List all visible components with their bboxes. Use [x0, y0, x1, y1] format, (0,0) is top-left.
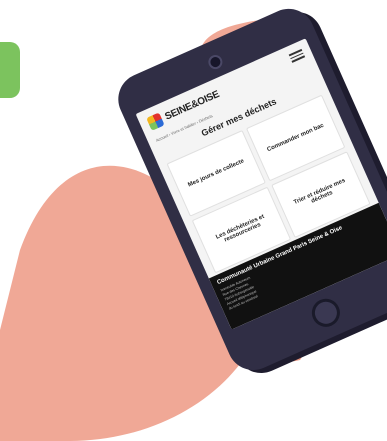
illustration-scene: SEINE&OISE Accueil › Vivre et habiter › …: [0, 0, 387, 441]
home-button[interactable]: [307, 294, 345, 332]
logo-mark-icon: [146, 112, 165, 131]
camera-icon: [206, 52, 225, 72]
menu-icon[interactable]: [288, 47, 306, 64]
